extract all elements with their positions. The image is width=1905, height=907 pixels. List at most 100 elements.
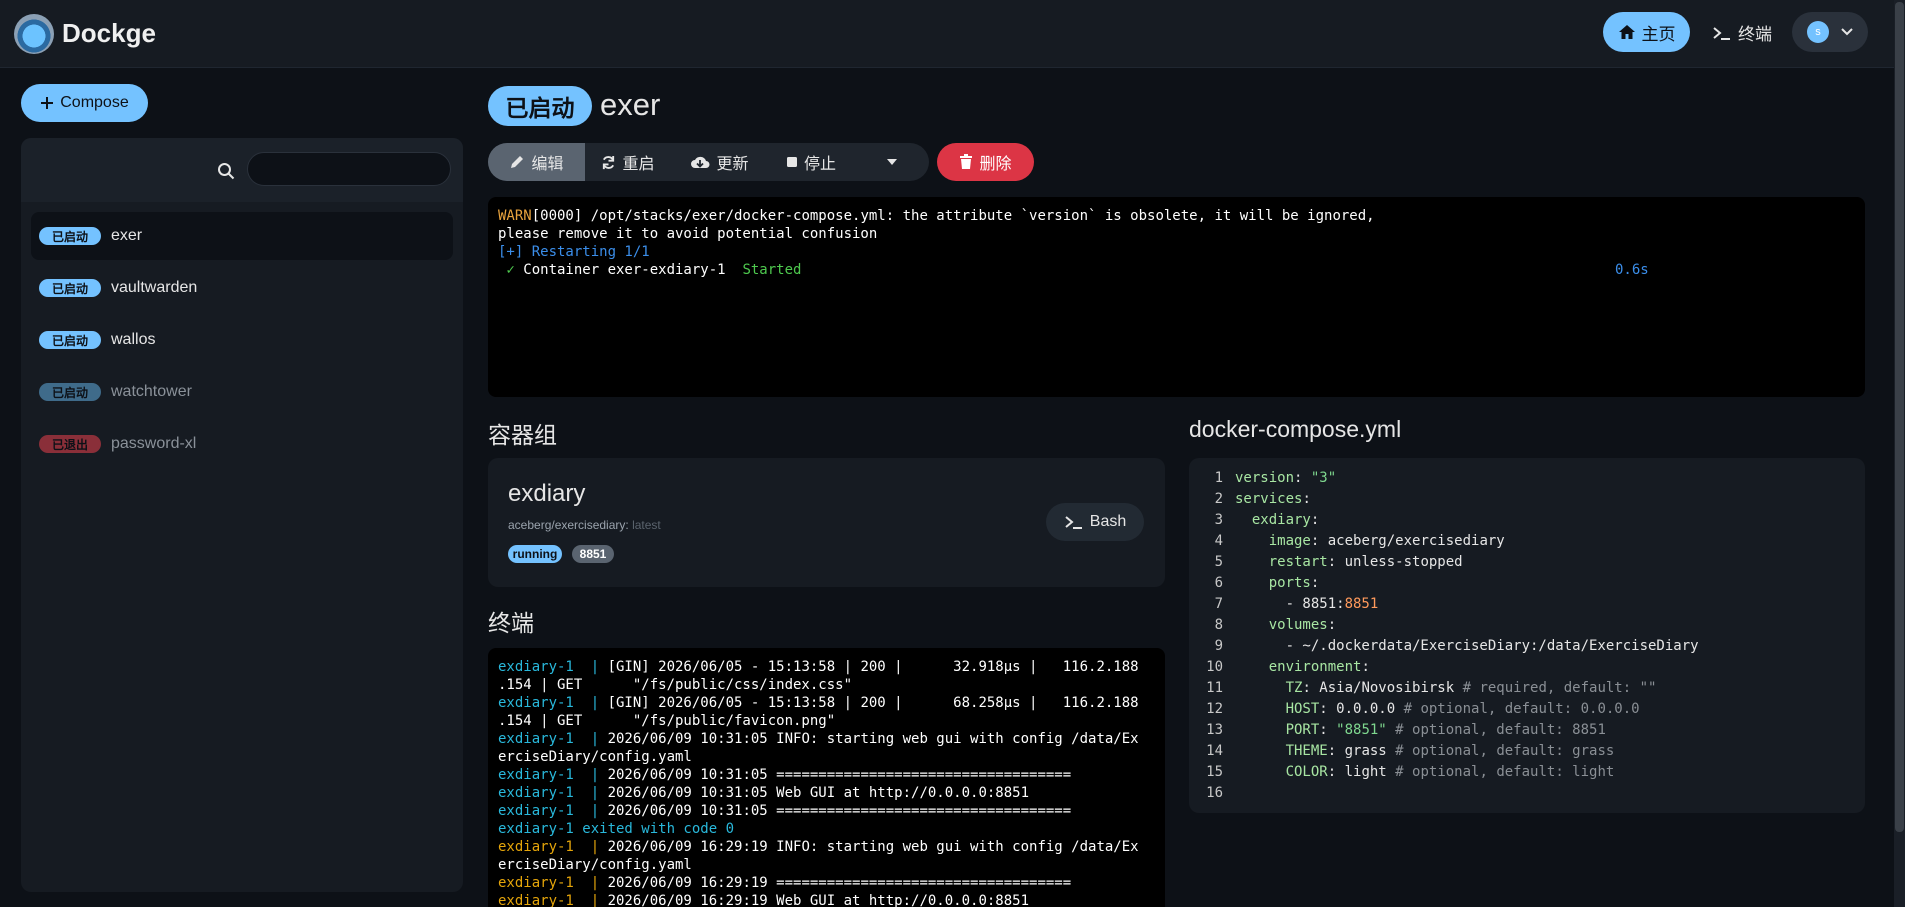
- console-warn-text-2: please remove it to avoid potential conf…: [498, 226, 878, 242]
- terminal-line-text: .154 | GET "/fs/public/favicon.png": [498, 713, 836, 729]
- yaml-line-code: exdiary:: [1251, 512, 1320, 528]
- line-number: 15: [1206, 764, 1223, 780]
- stack-status-badge: 已启动: [488, 86, 592, 126]
- delete-button[interactable]: 删除: [937, 143, 1034, 181]
- caret-down-icon: [886, 159, 897, 165]
- stack-status-badge: 已启动: [39, 383, 101, 401]
- stack-name: watchtower: [111, 383, 192, 400]
- line-number: 14: [1206, 743, 1223, 759]
- terminal-line-prefix: exdiary-1 |: [498, 731, 608, 747]
- yaml-line: 16: [1189, 783, 1865, 804]
- terminal-line-text: 2026/06/09 16:29:19 INFO: starting web g…: [607, 839, 1139, 855]
- bash-button[interactable]: Bash: [1046, 503, 1144, 541]
- console-restarting: [+] Restarting 1/1: [498, 244, 650, 260]
- restart-label: 重启: [622, 156, 655, 173]
- terminal-line-text: 2026/06/09 10:31:05 ====================…: [607, 803, 1072, 819]
- yaml-line: 1 version: "3": [1189, 468, 1865, 489]
- terminal-line-text: 2026/06/09 10:31:05 Web GUI at http://0.…: [607, 785, 1030, 801]
- terminal-line-text: 2026/06/09 16:29:19 Web GUI at http://0.…: [607, 893, 1030, 907]
- terminal-line-prefix: exdiary-1 |: [498, 839, 608, 855]
- yaml-line-code: HOST: 0.0.0.0 # optional, default: 0.0.0…: [1285, 701, 1640, 717]
- stack-title: exer: [600, 87, 661, 122]
- stack-name: vaultwarden: [111, 279, 198, 296]
- stack-list-panel: 已启动 exer 已启动 vaultwarden 已启动 wallos 已启动 watchto…: [21, 138, 463, 892]
- yaml-line: 3 exdiary:: [1189, 510, 1865, 531]
- terminal-heading: 终端: [488, 610, 534, 636]
- terminal-line: exdiary-1 | 2026/06/09 10:31:05 Web GUI …: [498, 784, 1155, 802]
- console-started: Started: [742, 262, 802, 278]
- yaml-line: 9 - ~/.dockerdata/ExerciseDiary:/data/Ex…: [1189, 636, 1865, 657]
- yaml-line: 15 COLOR: light # optional, default: lig…: [1189, 762, 1865, 783]
- yaml-line-code: environment:: [1268, 659, 1370, 675]
- scrollbar-thumb[interactable]: [1895, 2, 1904, 832]
- terminal-line-prefix: exdiary-1 |: [498, 803, 608, 819]
- terminal-link[interactable]: 终端: [1712, 20, 1772, 45]
- terminal-icon: [1065, 516, 1082, 529]
- log-terminal[interactable]: exdiary-1 | [GIN] 2026/06/05 - 15:13:58 …: [488, 648, 1165, 907]
- edit-button[interactable]: 编辑: [488, 143, 585, 181]
- yaml-line: 11 TZ: Asia/Novosibirsk # required, defa…: [1189, 678, 1865, 699]
- container-state-badge: running: [508, 545, 562, 563]
- line-number: 13: [1206, 722, 1223, 738]
- stack-status-badge: 已启动: [39, 331, 101, 349]
- terminal-line: erciseDiary/config.yaml: [498, 748, 1155, 766]
- yaml-line: 14 THEME: grass # optional, default: gra…: [1189, 741, 1865, 762]
- terminal-line-text: erciseDiary/config.yaml: [498, 749, 692, 765]
- yaml-line-code: PORT: "8851" # optional, default: 8851: [1285, 722, 1606, 738]
- stack-action-group: 编辑 重启 更新 停止: [488, 143, 929, 181]
- more-actions-dropdown[interactable]: [854, 143, 929, 181]
- home-button[interactable]: 主页: [1603, 12, 1690, 52]
- line-number: 12: [1206, 701, 1223, 717]
- page-scrollbar[interactable]: [1894, 0, 1905, 907]
- cloud-download-icon: [691, 156, 710, 168]
- container-image: aceberg/exercisediary: latest: [508, 518, 661, 532]
- terminal-line: exdiary-1 | 2026/06/09 16:29:19 ========…: [498, 874, 1155, 892]
- edit-label: 编辑: [531, 156, 564, 173]
- terminal-line: exdiary-1 exited with code 0: [498, 820, 1155, 838]
- stack-item[interactable]: 已启动 vaultwarden: [31, 264, 453, 312]
- terminal-line: .154 | GET "/fs/public/css/index.css": [498, 676, 1155, 694]
- console-warn-text: [0000] /opt/stacks/exer/docker-compose.y…: [531, 208, 1375, 224]
- container-port-badge[interactable]: 8851: [572, 545, 614, 563]
- yaml-line-code: - 8851:8851: [1235, 596, 1379, 612]
- yaml-line-code: volumes:: [1268, 617, 1337, 633]
- terminal-line-text: .154 | GET "/fs/public/css/index.css": [498, 677, 853, 693]
- terminal-line-prefix: exdiary-1 |: [498, 893, 608, 907]
- container-image-name: aceberg/exercisediary:: [508, 518, 629, 532]
- stack-status-badge: 已退出: [39, 435, 101, 453]
- yaml-line: 7 - 8851:8851: [1189, 594, 1865, 615]
- line-number: 4: [1214, 533, 1223, 549]
- containers-heading: 容器组: [488, 422, 557, 448]
- compose-button[interactable]: Compose: [21, 84, 148, 122]
- refresh-icon: [603, 155, 615, 169]
- dockge-logo-icon[interactable]: [14, 14, 54, 54]
- terminal-icon: [1713, 26, 1730, 40]
- yaml-editor[interactable]: 1 version: "3" 2 services: 3 exdiary: 4 image…: [1189, 458, 1865, 813]
- console-warn-prefix: WARN: [498, 208, 532, 224]
- bash-label: Bash: [1089, 513, 1127, 530]
- stack-item[interactable]: 已启动 watchtower: [31, 368, 453, 416]
- yaml-line-code: TZ: Asia/Novosibirsk # required, default…: [1285, 680, 1657, 696]
- yaml-line: 12 HOST: 0.0.0.0 # optional, default: 0.…: [1189, 699, 1865, 720]
- stack-item[interactable]: 已启动 exer: [31, 212, 453, 260]
- stack-item[interactable]: 已启动 wallos: [31, 316, 453, 364]
- stop-button[interactable]: 停止: [768, 143, 854, 181]
- brand-name[interactable]: Dockge: [62, 18, 156, 49]
- compose-label: Compose: [60, 94, 129, 111]
- terminal-line: exdiary-1 | [GIN] 2026/06/05 - 15:13:58 …: [498, 658, 1155, 676]
- line-number: 1: [1214, 470, 1223, 486]
- search-input[interactable]: [247, 152, 451, 186]
- yaml-line-code: ports:: [1268, 575, 1320, 591]
- container-image-tag: latest: [632, 518, 661, 532]
- line-number: 6: [1214, 575, 1223, 591]
- update-button[interactable]: 更新: [671, 143, 768, 181]
- pencil-icon: [511, 156, 524, 168]
- terminal-line: exdiary-1 | 2026/06/09 16:29:19 INFO: st…: [498, 838, 1155, 856]
- yaml-line-code: - ~/.dockerdata/ExerciseDiary:/data/Exer…: [1235, 638, 1699, 654]
- user-menu-button[interactable]: s: [1792, 12, 1868, 52]
- restart-button[interactable]: 重启: [585, 143, 671, 181]
- line-number: 2: [1214, 491, 1223, 507]
- terminal-line-text: [GIN] 2026/06/05 - 15:13:58 | 200 | 68.2…: [607, 695, 1139, 711]
- line-number: 3: [1214, 512, 1223, 528]
- stack-item[interactable]: 已退出 password-xl: [31, 420, 453, 468]
